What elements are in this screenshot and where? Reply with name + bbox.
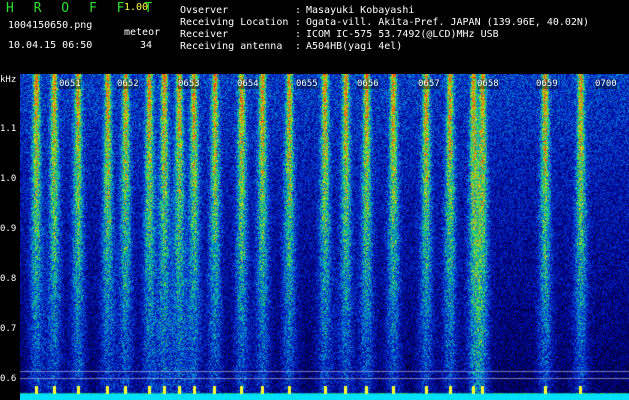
y-tick-label: 1.0 — [0, 174, 17, 184]
info-value: A504HB(yagi 4el) — [306, 41, 403, 52]
x-tick-label: 0653 — [178, 79, 200, 89]
y-axis — [0, 74, 20, 400]
y-tick-label: 0.8 — [0, 274, 17, 284]
x-tick-label: 0654 — [237, 79, 259, 89]
info-value: Ogata-vill. Akita-Pref. JAPAN (139.96E, … — [306, 17, 589, 28]
filename: 1004150650.png — [8, 20, 93, 31]
info-label: Ovserver — [180, 5, 229, 16]
x-tick-label: 0700 — [595, 79, 617, 89]
y-tick-label: 1.1 — [0, 124, 17, 134]
x-tick-label: 0657 — [418, 79, 440, 89]
info-label: Receiver — [180, 29, 229, 40]
info-value: ICOM IC-575 53.7492(@LCD)MHz USB — [306, 29, 499, 40]
header-panel: H R O F F T 1.00 1004150650.png 10.04.15… — [0, 0, 629, 74]
info-separator: : — [295, 29, 302, 40]
meteor-label: meteor — [124, 27, 161, 38]
y-tick-label: 0.7 — [0, 324, 17, 334]
x-tick-label: 0652 — [117, 79, 139, 89]
x-tick-label: 0655 — [296, 79, 318, 89]
info-label: Receiving antenna — [180, 41, 283, 52]
app-version: 1.00 — [124, 2, 149, 13]
info-label: Receiving Location — [180, 17, 289, 28]
info-value: Masayuki Kobayashi — [306, 5, 415, 16]
x-tick-label: 0658 — [477, 79, 499, 89]
info-separator: : — [295, 41, 302, 52]
x-tick-label: 0659 — [536, 79, 558, 89]
y-tick-label: 0.6 — [0, 374, 17, 384]
spectrogram-canvas — [20, 74, 629, 400]
info-separator: : — [295, 17, 302, 28]
y-tick-label: 0.9 — [0, 224, 17, 234]
x-tick-label: 0651 — [59, 79, 81, 89]
y-axis-unit: kHz — [0, 75, 17, 85]
info-separator: : — [295, 5, 302, 16]
datetime: 10.04.15 06:50 — [8, 40, 93, 51]
x-tick-label: 0656 — [357, 79, 379, 89]
meteor-count: 34 — [140, 40, 153, 51]
